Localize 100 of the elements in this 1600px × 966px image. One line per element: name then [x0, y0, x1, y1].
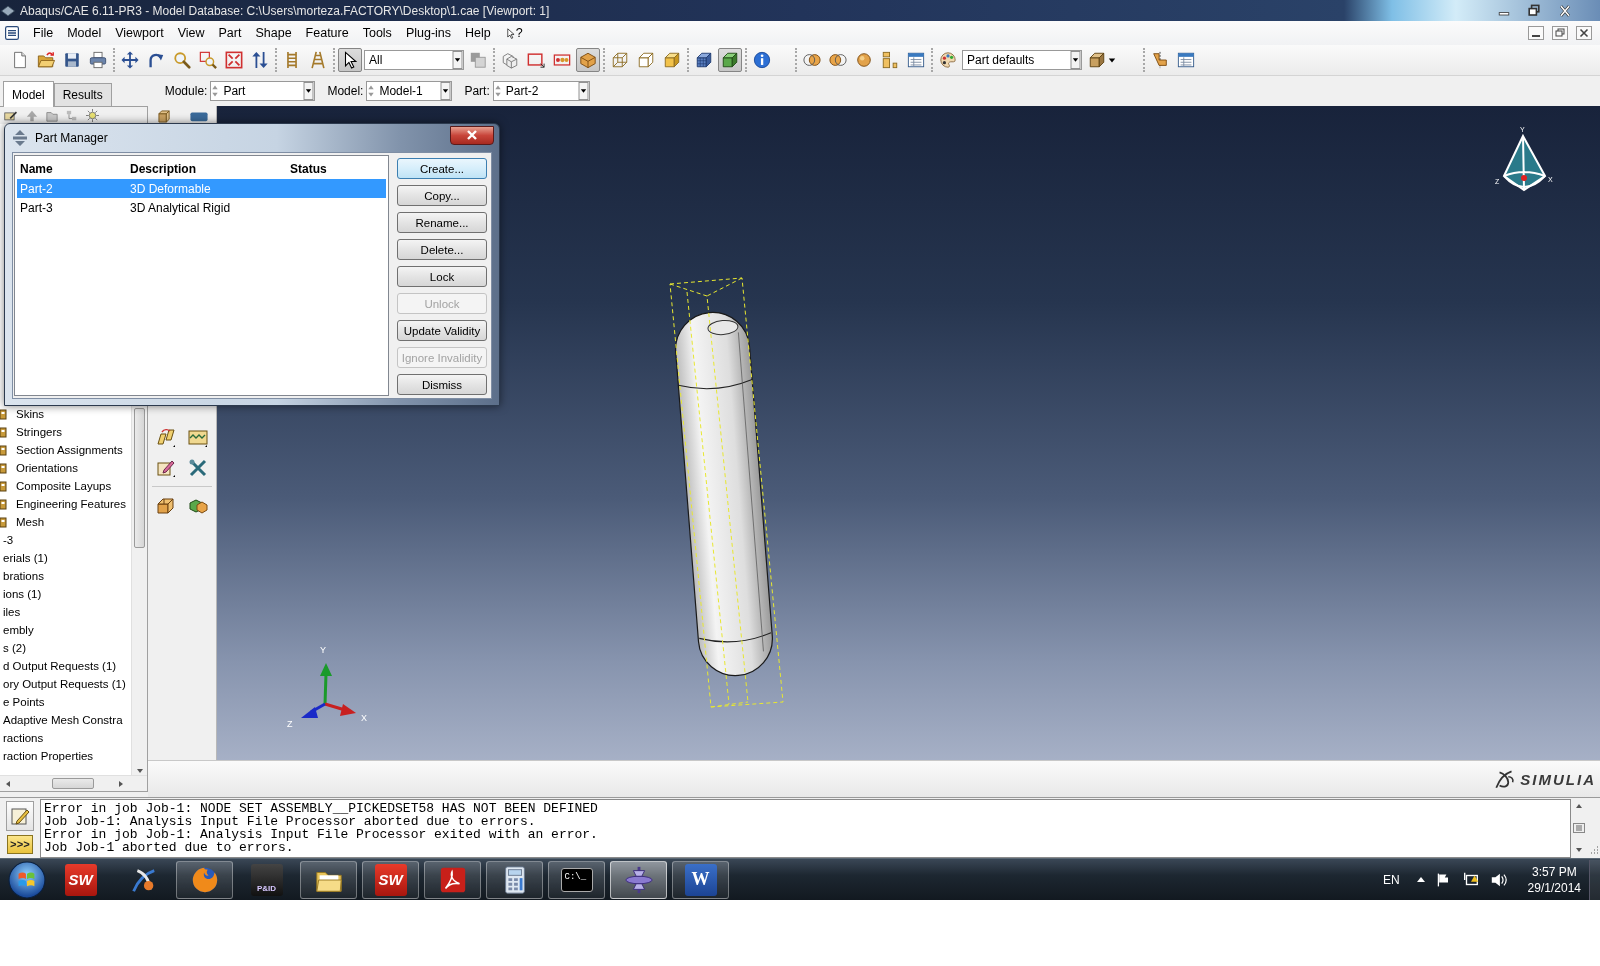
- scroll-left-arrow-icon[interactable]: [4, 779, 12, 788]
- menu-item[interactable]: Help: [458, 24, 498, 42]
- taskbar-button[interactable]: SW: [362, 860, 419, 899]
- taskbar-button[interactable]: [176, 860, 233, 899]
- info-icon: [753, 51, 771, 69]
- menu-item[interactable]: Plug-ins: [398, 24, 459, 42]
- spindle-icon: [623, 864, 654, 895]
- scrollbar-thumb[interactable]: [134, 408, 145, 548]
- taskbar-button[interactable]: W: [672, 860, 729, 899]
- combo-box[interactable]: Model-1: [366, 81, 453, 101]
- tree-item[interactable]: -3: [0, 531, 131, 549]
- dialog-button[interactable]: Dismiss: [397, 374, 487, 395]
- tree-item[interactable]: iles: [0, 603, 131, 621]
- menu-item[interactable]: File: [26, 24, 61, 42]
- tree-icon: [1151, 51, 1169, 69]
- dialog-button[interactable]: Delete...: [397, 239, 487, 260]
- column-header[interactable]: Status: [287, 162, 327, 176]
- tree-item[interactable]: brations: [0, 567, 131, 585]
- menu-item[interactable]: Model: [60, 24, 109, 42]
- close-button[interactable]: [450, 125, 494, 145]
- table-window-icon: [1177, 51, 1195, 69]
- dialog-title: Part Manager: [35, 131, 108, 145]
- message-line: Error in job Job-1: NODE SET ASSEMBLY__PICKEDSET58 HAS NOT BEEN DEFINED: [44, 802, 598, 815]
- printer-icon: [89, 51, 107, 69]
- dotted-rectangle-icon: [553, 51, 571, 69]
- language-indicator[interactable]: EN: [1382, 872, 1400, 887]
- tab[interactable]: Model: [3, 81, 54, 107]
- tree-item[interactable]: raction Properties: [0, 747, 131, 765]
- dialog-button[interactable]: Lock: [397, 266, 487, 287]
- caret-icon: [1108, 56, 1116, 64]
- column-header[interactable]: Name: [17, 162, 127, 176]
- tree-item[interactable]: ions (1): [0, 585, 131, 603]
- tree-item[interactable]: Engineering Features: [0, 495, 131, 513]
- scrollbar-thumb[interactable]: [52, 778, 94, 789]
- clock[interactable]: 3:57 PM 29/1/2014: [1527, 863, 1581, 896]
- tree-item[interactable]: Orientations: [0, 459, 131, 477]
- tree-item[interactable]: d Output Requests (1): [0, 657, 131, 675]
- menu-item[interactable]: Part: [211, 24, 249, 42]
- app-menu-icon[interactable]: [4, 25, 20, 41]
- tree-item[interactable]: Section Assignments: [0, 441, 131, 459]
- message-line: Job Job-1: Analysis Input File Processor aborted due to errors.: [44, 815, 536, 828]
- message-line: Error in job Job-1: Analysis Input File Processor exited with an error.: [44, 828, 598, 841]
- menu-item[interactable]: Feature: [298, 24, 356, 42]
- menu-item[interactable]: Viewport: [108, 24, 171, 42]
- menu-item[interactable]: View: [170, 24, 212, 42]
- part-icon: [158, 109, 171, 123]
- tree-item[interactable]: embly: [0, 621, 131, 639]
- dropdown[interactable]: All: [364, 50, 464, 70]
- tree-item[interactable]: Composite Layups: [0, 477, 131, 495]
- taskbar-button[interactable]: [486, 860, 543, 899]
- scroll-up-arrow-icon[interactable]: [1574, 802, 1583, 810]
- tree-item[interactable]: Adaptive Mesh Constra: [0, 711, 131, 729]
- combo-box[interactable]: Part: [210, 81, 316, 101]
- wireframe-cube-icon: [611, 51, 629, 69]
- taskbar-button[interactable]: [610, 860, 667, 899]
- scroll-down-arrow-icon[interactable]: [135, 767, 144, 775]
- message-area-button[interactable]: [6, 801, 34, 831]
- dialog-button[interactable]: Update Validity: [397, 320, 487, 341]
- tree-item[interactable]: s (2): [0, 639, 131, 657]
- taskbar-button[interactable]: C:\_: [548, 860, 605, 899]
- tree-item[interactable]: Stringers: [0, 423, 131, 441]
- scroll-right-arrow-icon[interactable]: [117, 779, 125, 788]
- menu-item[interactable]: Shape: [248, 24, 299, 42]
- tab[interactable]: Results: [53, 83, 112, 106]
- tree-item[interactable]: Mesh: [0, 513, 131, 531]
- combo-box[interactable]: Part-2: [492, 81, 590, 101]
- list-cell-text: 3D Deformable: [129, 181, 212, 196]
- table-window-icon: [907, 51, 925, 69]
- toolbox-button[interactable]: [154, 426, 178, 450]
- dialog-button[interactable]: Rename...: [397, 212, 487, 233]
- dropdown[interactable]: Part defaults: [962, 50, 1082, 70]
- menu-item[interactable]: Tools: [355, 24, 399, 42]
- toolbar-button[interactable]: [338, 48, 362, 72]
- tree-item[interactable]: erials (1): [0, 549, 131, 567]
- scrollbar[interactable]: [0, 775, 147, 791]
- help-menu-item[interactable]: ?: [497, 24, 530, 42]
- tree-item[interactable]: Skins: [0, 405, 131, 423]
- minimize-icon[interactable]: [1528, 26, 1544, 40]
- view-compass-icon: [1502, 133, 1547, 192]
- skew-arrow-icon: [156, 428, 176, 448]
- scroll-grip-icon[interactable]: [1572, 823, 1585, 833]
- toolbar-button[interactable]: [718, 48, 742, 72]
- stacked-squares-icon: [469, 51, 487, 69]
- dialog-button[interactable]: Create...: [397, 158, 487, 179]
- scroll-down-arrow-icon[interactable]: [1574, 846, 1583, 854]
- start-orb-icon[interactable]: [8, 860, 46, 899]
- dialog-button[interactable]: Copy...: [397, 185, 487, 206]
- close-icon[interactable]: [1576, 26, 1592, 40]
- taskbar-button[interactable]: [424, 860, 481, 899]
- taskbar-button[interactable]: SW: [52, 860, 109, 899]
- overlap-circles-icon: [829, 51, 847, 69]
- command-line-button[interactable]: >>>: [7, 835, 33, 854]
- tree-item[interactable]: ractions: [0, 729, 131, 747]
- taskbar-button[interactable]: [300, 860, 357, 899]
- taskbar-button[interactable]: P&ID: [238, 860, 295, 899]
- tree-item[interactable]: e Points: [0, 693, 131, 711]
- up-down-arrows-icon: [251, 51, 269, 69]
- field-label: Module:: [164, 84, 208, 98]
- magnifier-icon: [173, 51, 191, 69]
- tree-item[interactable]: ory Output Requests (1): [0, 675, 131, 693]
